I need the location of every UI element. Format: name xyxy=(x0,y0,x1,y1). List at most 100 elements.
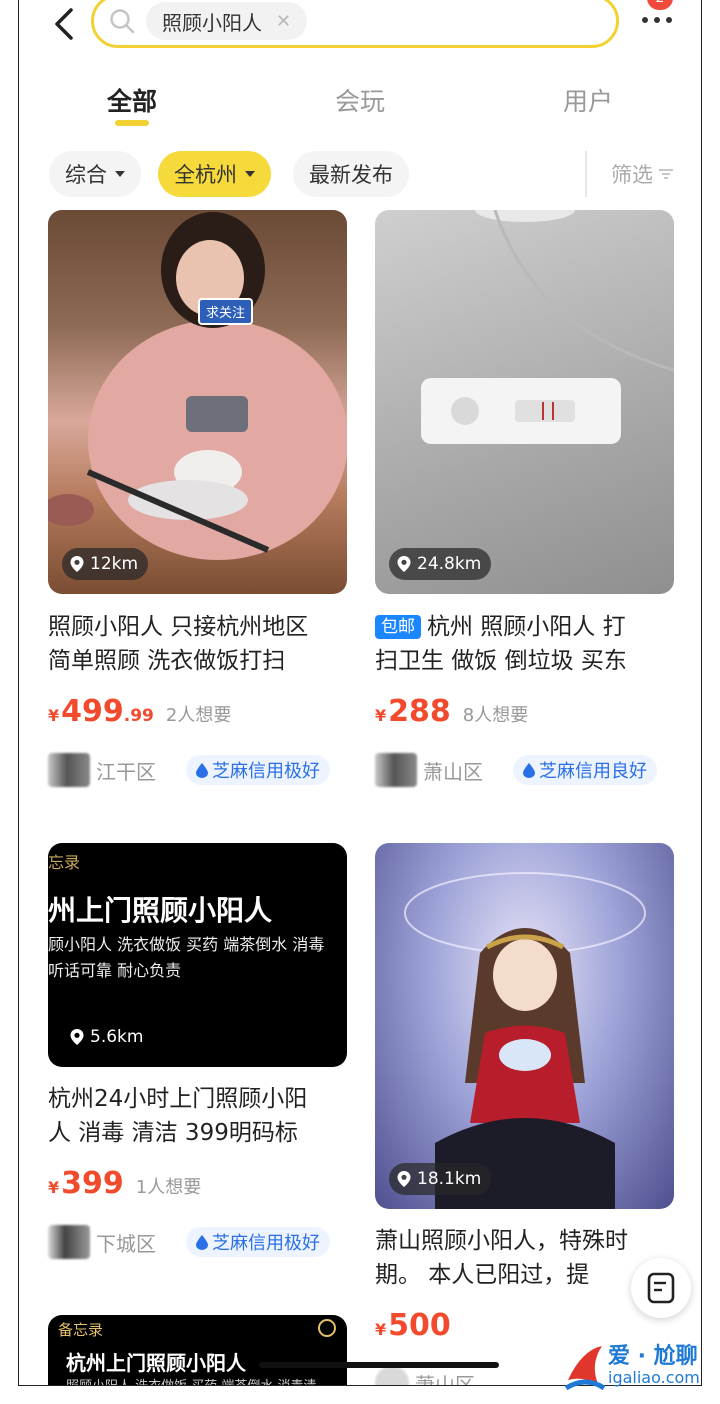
active-tab-indicator xyxy=(115,120,149,126)
watermark-logo-icon xyxy=(564,1346,606,1391)
chevron-down-icon xyxy=(245,171,255,177)
free-shipping-tag: 包邮 xyxy=(375,615,421,639)
want-count: 1人想要 xyxy=(135,1177,202,1198)
price: ¥ 399 1人想要 xyxy=(48,1166,201,1201)
screen-filter-label: 筛选 xyxy=(611,163,653,187)
price-integer: 499 xyxy=(61,694,124,729)
product-image[interactable]: 备忘录 杭州上门照顾小阳人 照顾小阳人 洗衣做饭 买药 端茶倒水 消毒清 xyxy=(48,1315,347,1385)
latest-filter[interactable]: 最新发布 xyxy=(293,151,409,197)
app-frame: 照顾小阳人 ✕ 2 全部 会玩 用户 综合 全杭州 最新发布 筛选 xyxy=(18,0,702,1386)
image-text: 备忘录 xyxy=(58,1321,104,1339)
want-count: 2人想要 xyxy=(165,705,232,726)
sesame-credit-icon xyxy=(523,762,535,778)
image-text: 州上门照顾小阳人 xyxy=(48,894,273,927)
back-arrow-icon[interactable] xyxy=(49,6,79,42)
tab-huiwan[interactable]: 会玩 xyxy=(335,82,385,118)
currency-symbol: ¥ xyxy=(48,706,60,725)
watermark-url: igaliao.com xyxy=(608,1368,700,1387)
avatar xyxy=(48,753,90,787)
image-text: 听话可靠 耐心负责 xyxy=(48,961,182,980)
city-filter-label: 全杭州 xyxy=(174,163,237,187)
district-text: 萧山区 xyxy=(423,759,483,784)
location-pin-icon xyxy=(397,1171,411,1187)
distance-badge: 18.1km xyxy=(389,1163,492,1195)
latest-filter-label: 最新发布 xyxy=(309,163,393,187)
location-pin-icon xyxy=(70,556,84,572)
distance-text: 12km xyxy=(90,554,139,574)
image-text: 忘录 xyxy=(48,853,81,872)
home-indicator xyxy=(259,1362,499,1368)
credit-text: 芝麻信用极好 xyxy=(212,761,320,782)
image-text: 照顾小阳人 洗衣做饭 买药 端茶倒水 消毒清 xyxy=(66,1375,317,1385)
search-icon xyxy=(110,9,135,34)
location-pin-icon xyxy=(397,556,411,572)
title-line: 杭州24小时上门照顾小阳 xyxy=(48,1086,308,1112)
test-kit-illustration xyxy=(421,210,674,444)
distance-text: 24.8km xyxy=(417,554,482,574)
distance-badge: 12km xyxy=(62,548,149,580)
search-input[interactable]: 照顾小阳人 ✕ xyxy=(91,0,619,48)
avatar xyxy=(375,1366,409,1385)
price: ¥ 288 8人想要 xyxy=(375,694,528,729)
want-count: 8人想要 xyxy=(462,705,529,726)
distance-text: 5.6km xyxy=(90,1027,144,1047)
anime-girl-illustration xyxy=(404,872,646,1209)
seller-info[interactable]: 下城区 芝麻信用极好 xyxy=(48,1225,330,1259)
price-decimal: .99 xyxy=(123,706,154,726)
price-integer: 399 xyxy=(61,1166,124,1201)
seller-info[interactable]: 萧山区 xyxy=(375,1366,475,1386)
search-query-chip[interactable]: 照顾小阳人 ✕ xyxy=(146,2,308,40)
sticker-badge: 求关注 xyxy=(198,298,254,325)
location-pin-icon xyxy=(70,1029,84,1045)
title-line: 萧山照顾小阳人，特殊时 xyxy=(375,1228,628,1254)
product-title[interactable]: 照顾小阳人 只接杭州地区 简单照顾 洗衣做饭打扫 xyxy=(48,610,358,678)
distance-text: 18.1km xyxy=(417,1169,482,1189)
seller-info[interactable]: 萧山区 芝麻信用良好 xyxy=(375,753,657,787)
currency-symbol: ¥ xyxy=(375,706,387,725)
distance-badge: 5.6km xyxy=(62,1021,153,1053)
screen-filter-button[interactable]: 筛选 xyxy=(585,151,701,197)
tab-users[interactable]: 用户 xyxy=(563,82,613,118)
avatar xyxy=(48,1225,90,1259)
watermark-text: 爱 · 尬聊 xyxy=(608,1344,698,1369)
sesame-credit-icon xyxy=(196,762,208,778)
avatar xyxy=(375,753,417,787)
currency-symbol: ¥ xyxy=(48,1178,60,1197)
credit-badge: 芝麻信用极好 xyxy=(186,1227,330,1257)
currency-symbol: ¥ xyxy=(375,1320,387,1339)
sort-filter-label: 综合 xyxy=(65,163,107,187)
credit-text: 芝麻信用极好 xyxy=(212,1233,320,1254)
price-integer: 288 xyxy=(388,694,451,729)
tab-all[interactable]: 全部 xyxy=(107,82,157,118)
girl-photo-illustration xyxy=(48,212,347,560)
distance-badge: 24.8km xyxy=(389,548,492,580)
title-line: 杭州 照顾小阳人 打 xyxy=(427,614,626,640)
credit-text: 芝麻信用良好 xyxy=(539,761,647,782)
compose-button[interactable] xyxy=(631,1258,691,1318)
product-title[interactable]: 杭州24小时上门照顾小阳 人 消毒 清洁 399明码标 xyxy=(48,1082,358,1150)
product-image[interactable]: 求关注 12km xyxy=(48,210,347,594)
sort-filter[interactable]: 综合 xyxy=(49,151,141,197)
title-line: 人 消毒 清洁 399明码标 xyxy=(48,1120,298,1146)
credit-badge: 芝麻信用极好 xyxy=(186,755,330,785)
title-line: 照顾小阳人 只接杭州地区 xyxy=(48,614,309,640)
city-filter[interactable]: 全杭州 xyxy=(158,151,271,197)
seller-info[interactable]: 江干区 芝麻信用极好 xyxy=(48,753,330,787)
price-integer: 500 xyxy=(388,1308,451,1343)
price: ¥ 500 xyxy=(375,1308,451,1343)
title-line: 简单照顾 洗衣做饭打扫 xyxy=(48,648,286,674)
chevron-down-icon xyxy=(115,171,125,177)
more-circle-icon xyxy=(318,1319,336,1337)
product-image[interactable]: 18.1km xyxy=(375,843,674,1209)
product-image[interactable]: 忘录 州上门照顾小阳人 顾小阳人 洗衣做饭 买药 端茶倒水 消毒 听话可靠 耐心… xyxy=(48,843,347,1067)
clear-query-icon[interactable]: ✕ xyxy=(276,11,291,32)
district-text: 萧山区 xyxy=(415,1372,475,1386)
sesame-credit-icon xyxy=(196,1234,208,1250)
title-line: 扫卫生 做饭 倒垃圾 买东 xyxy=(375,648,627,674)
product-image[interactable]: 24.8km xyxy=(375,210,674,594)
image-text: 顾小阳人 洗衣做饭 买药 端茶倒水 消毒 xyxy=(48,935,325,954)
product-title[interactable]: 包邮 杭州 照顾小阳人 打 扫卫生 做饭 倒垃圾 买东 xyxy=(375,610,685,678)
edit-note-icon xyxy=(647,1272,675,1304)
image-text: 杭州上门照顾小阳人 xyxy=(66,1351,246,1375)
more-options-icon[interactable] xyxy=(639,8,683,38)
